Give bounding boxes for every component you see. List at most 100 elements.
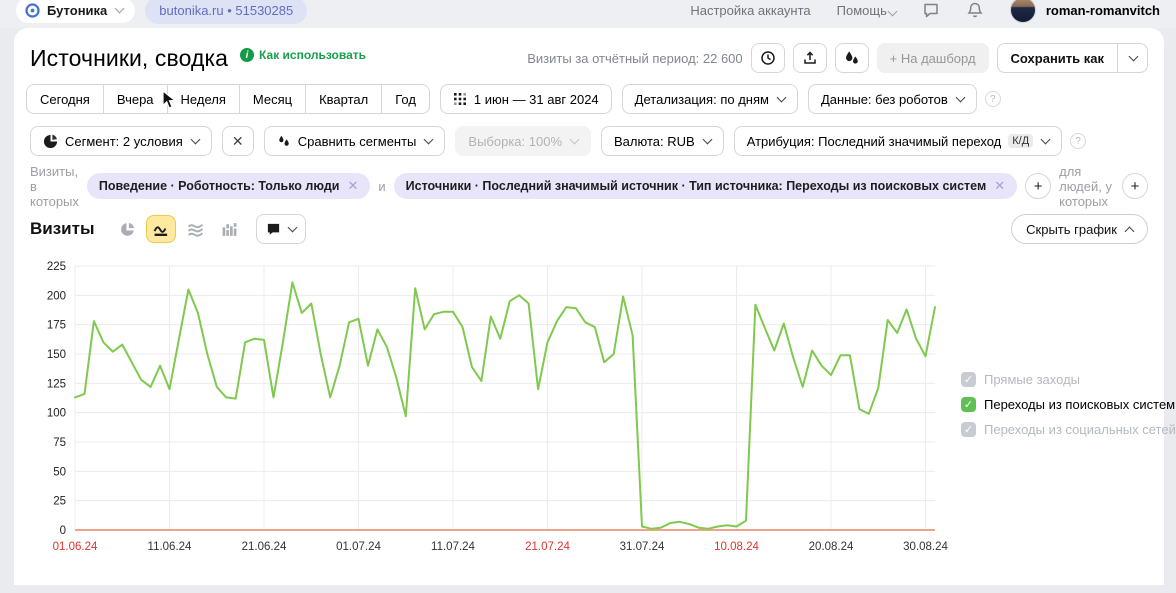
save-as-menu-button[interactable] xyxy=(1117,44,1147,72)
bar-chart-icon xyxy=(221,221,238,238)
add-visit-condition-button[interactable]: + xyxy=(1025,173,1051,199)
period-button-4[interactable]: Квартал xyxy=(305,84,382,114)
detalization-dropdown[interactable]: Детализация: по дням xyxy=(622,84,798,114)
export-icon xyxy=(802,50,818,66)
filter-chip-robots[interactable]: Поведение · Роботность: Только люди✕ xyxy=(87,173,371,199)
chevron-down-icon xyxy=(190,135,200,145)
bell-icon[interactable] xyxy=(966,1,984,19)
stacked-area-icon xyxy=(187,221,204,238)
svg-text:11.07.24: 11.07.24 xyxy=(431,541,476,553)
account-settings-link[interactable]: Настройка аккаунта xyxy=(690,3,810,18)
compare-segments-dropdown[interactable]: Сравнить сегменты xyxy=(264,126,446,156)
clock-icon xyxy=(760,50,776,66)
pie-segment-icon xyxy=(43,134,58,149)
chevron-down-icon xyxy=(115,4,125,14)
chart-type-area-button[interactable] xyxy=(180,215,210,243)
period-button-group: СегодняВчераНеделяМесяцКварталГод xyxy=(26,84,430,114)
legend-checkbox-icon[interactable]: ✓ xyxy=(961,397,976,412)
attribution-dropdown[interactable]: Атрибуция: Последний значимый переход К/… xyxy=(734,126,1063,156)
export-button[interactable] xyxy=(793,43,827,73)
annotations-button[interactable] xyxy=(256,214,306,244)
mouse-cursor xyxy=(162,90,180,110)
period-button-3[interactable]: Месяц xyxy=(239,84,306,114)
svg-text:125: 125 xyxy=(47,378,66,390)
calendar-grid-icon xyxy=(453,92,467,106)
svg-text:01.06.24: 01.06.24 xyxy=(53,541,98,553)
chevron-down-icon xyxy=(1129,52,1139,62)
svg-text:75: 75 xyxy=(53,437,66,449)
svg-text:11.06.24: 11.06.24 xyxy=(148,541,193,553)
currency-dropdown[interactable]: Валюта: RUB xyxy=(601,126,724,156)
legend-label: Переходы из социальных сетей xyxy=(984,422,1176,437)
data-mode-dropdown[interactable]: Данные: без роботов xyxy=(808,84,977,114)
legend-label: Переходы из поисковых систем xyxy=(984,397,1175,412)
legend-item-1[interactable]: ✓ Переходы из поисковых систем xyxy=(961,397,1176,412)
svg-text:200: 200 xyxy=(47,290,66,302)
chart-type-line-button[interactable] xyxy=(146,215,176,243)
project-name: Бутоника xyxy=(47,3,107,18)
sampling-dropdown[interactable]: Выборка: 100% xyxy=(455,126,591,156)
legend-item-0[interactable]: ✓ Прямые заходы xyxy=(961,372,1176,387)
chat-icon[interactable] xyxy=(922,1,940,19)
legend-item-2[interactable]: ✓ Переходы из социальных сетей xyxy=(961,422,1176,437)
svg-text:100: 100 xyxy=(47,408,66,420)
hide-chart-button[interactable]: Скрыть график xyxy=(1011,214,1148,244)
and-label: и xyxy=(378,179,385,194)
filter-prefix-label: Визиты, в которых xyxy=(30,164,79,209)
chart-type-pie-button[interactable] xyxy=(112,215,142,243)
counter-pill[interactable]: butonika.ru • 51530285 xyxy=(145,0,307,24)
visits-total: Визиты за отчётный период: 22 600 xyxy=(527,51,742,66)
attribution-badge: К/Д xyxy=(1008,134,1033,148)
filter-chip-source-type[interactable]: Источники · Последний значимый источник … xyxy=(394,173,1017,199)
help-icon[interactable]: ? xyxy=(985,91,1001,107)
segment-dropdown[interactable]: Сегмент: 2 условия xyxy=(30,126,212,156)
to-dashboard-button[interactable]: + На дашборд xyxy=(877,43,989,73)
legend-checkbox-icon[interactable]: ✓ xyxy=(961,372,976,387)
svg-text:10.08.24: 10.08.24 xyxy=(714,541,759,553)
top-bar: Бутоника butonika.ru • 51530285 Настройк… xyxy=(0,0,1176,28)
period-button-5[interactable]: Год xyxy=(381,84,430,114)
legend-label: Прямые заходы xyxy=(984,372,1080,387)
period-button-0[interactable]: Сегодня xyxy=(26,84,104,114)
line-chart-icon xyxy=(153,221,170,238)
svg-text:21.06.24: 21.06.24 xyxy=(242,541,287,553)
chevron-up-icon xyxy=(1125,226,1135,236)
for-people-label: для людей, у которых xyxy=(1059,164,1114,209)
save-as-split-button: Сохранить как xyxy=(997,43,1148,73)
chart-metric-title: Визиты xyxy=(30,219,94,239)
info-icon: i xyxy=(240,48,254,62)
svg-text:50: 50 xyxy=(53,466,66,478)
chevron-down-icon xyxy=(702,135,712,145)
user-name[interactable]: roman-romanvitch xyxy=(1046,3,1160,18)
period-button-1[interactable]: Вчера xyxy=(103,84,168,114)
chart-type-bar-button[interactable] xyxy=(214,215,244,243)
svg-text:20.08.24: 20.08.24 xyxy=(809,541,854,553)
svg-text:150: 150 xyxy=(47,349,66,361)
page-title: Источники, сводка xyxy=(30,45,228,72)
how-to-use-link[interactable]: i Как использовать xyxy=(240,48,366,62)
history-button[interactable] xyxy=(751,43,785,73)
avatar[interactable] xyxy=(1010,0,1036,23)
svg-text:0: 0 xyxy=(60,525,66,537)
remove-chip-icon[interactable]: ✕ xyxy=(347,178,358,194)
add-people-condition-button[interactable]: + xyxy=(1122,173,1148,199)
help-icon[interactable]: ? xyxy=(1070,133,1086,149)
project-selector[interactable]: Бутоника xyxy=(16,0,135,23)
chart-legend: ✓ Прямые заходы ✓ Переходы из поисковых сис… xyxy=(961,372,1176,437)
svg-text:21.07.24: 21.07.24 xyxy=(525,541,570,553)
report-card: Источники, сводка i Как использовать Виз… xyxy=(14,28,1164,585)
remove-chip-icon[interactable]: ✕ xyxy=(994,178,1005,194)
chevron-down-icon xyxy=(570,135,580,145)
chevron-down-icon xyxy=(955,93,965,103)
save-as-button[interactable]: Сохранить как xyxy=(998,44,1117,72)
clear-segment-button[interactable]: ✕ xyxy=(222,126,254,156)
svg-text:01.07.24: 01.07.24 xyxy=(336,541,381,553)
legend-checkbox-icon[interactable]: ✓ xyxy=(961,422,976,437)
pie-chart-icon xyxy=(119,221,136,238)
svg-text:31.07.24: 31.07.24 xyxy=(620,541,665,553)
chevron-down-icon xyxy=(1041,135,1051,145)
date-range-button[interactable]: 1 июн — 31 авг 2024 xyxy=(440,84,612,114)
compare-drops-icon xyxy=(277,134,291,148)
help-menu[interactable]: Помощь xyxy=(837,3,896,18)
metrica-widget-button[interactable] xyxy=(835,43,869,73)
